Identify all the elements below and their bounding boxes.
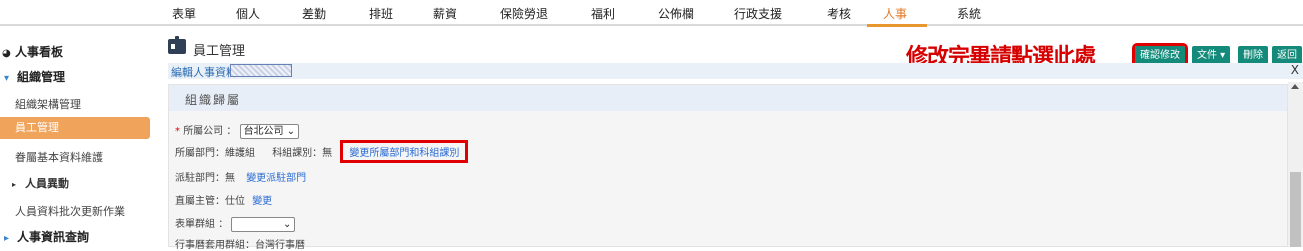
nav-item-forms[interactable]: 表單 [172,5,196,22]
sidebar-item-personnel-changes[interactable]: ▸ 人員異動 [12,175,162,191]
company-select[interactable]: 台北公司 ⌄ [239,123,300,139]
company-row: * 所屬公司 ： 台北公司 ⌄ [175,122,300,139]
nav-item-admin-support[interactable]: 行政支援 [734,5,782,22]
main-content: 員工管理 修改完畢請點選此處 確認修改 文件 ▾ 刪除 返回 編輯人事資料: X… [160,28,1303,251]
scroll-up-arrow-icon[interactable] [1291,84,1299,89]
caret-right-icon: ▸ [12,180,17,189]
sidebar-item-org-management[interactable]: ▾ 組織管理 [4,68,154,85]
calendar-group-label: 行事曆套用群組：台灣行事曆 [175,240,305,251]
sidebar-item-dependents[interactable]: 眷屬基本資料維護 [15,149,165,165]
nav-item-bulletin[interactable]: 公佈欄 [658,5,694,22]
id-card-icon [168,36,186,54]
nav-item-hr[interactable]: 人事 [883,5,907,22]
close-icon[interactable]: X [1291,63,1299,77]
sidebar-item-hr-query[interactable]: ▸ 人事資訊查詢 [4,228,154,245]
sidebar-item-hr-dashboard[interactable]: ◕ 人事看板 [2,43,152,60]
form-group-select[interactable]: ⌄ [231,216,296,232]
nav-item-salary[interactable]: 薪資 [433,5,457,22]
pie-chart-icon: ◕ [2,48,11,59]
panel-header: 組織歸屬 [169,85,1287,111]
sidebar: ◕ 人事看板 ▾ 組織管理 組織架構管理 員工管理 眷屬基本資料維護 ▸ 人員異動 人… [0,28,152,247]
scrollbar-thumb[interactable] [1290,172,1301,247]
panel-title: 組織歸屬 [185,93,242,107]
form-group-row: 表單群組 ： ⌄ [175,215,296,232]
caret-down-icon: ▾ [4,73,10,84]
vertical-scrollbar[interactable] [1288,82,1303,247]
department-row: 所屬部門：維護組 科組課別：無 變更所屬部門和科組課別 [175,140,469,163]
change-dispatch-link[interactable]: 變更派駐部門 [246,173,306,184]
employee-name-field[interactable] [230,64,292,77]
chevron-down-icon: ⌄ [286,125,296,137]
section-label: 科組課別：無 [272,148,333,159]
edit-record-bar: 編輯人事資料: X [168,63,1303,79]
page-header: 員工管理 修改完畢請點選此處 確認修改 文件 ▾ 刪除 返回 [160,36,1303,70]
supervisor-label: 直屬主管：仕位 [175,196,245,207]
required-marker: * [175,126,180,137]
nav-item-personal[interactable]: 個人 [236,5,260,22]
dispatch-row: 派駐部門：無 變更派駐部門 [175,169,306,184]
form-group-label: 表單群組 [175,219,215,230]
change-supervisor-link[interactable]: 變更 [252,196,272,207]
nav-item-welfare[interactable]: 福利 [591,5,615,22]
company-label: 所屬公司 [183,126,224,137]
nav-item-insurance[interactable]: 保險勞退 [500,5,548,22]
sidebar-item-batch-update[interactable]: 人員資料批次更新作業 [15,203,165,219]
change-department-link[interactable]: 變更所屬部門和科組課別 [340,140,469,163]
active-tab-indicator [867,24,927,27]
sidebar-item-employee-management[interactable]: 員工管理 [0,117,150,139]
page-title: 員工管理 [193,44,246,59]
department-label: 所屬部門：維護組 [175,148,255,159]
supervisor-row: 直屬主管：仕位 變更 [175,192,272,207]
nav-item-scheduling[interactable]: 排班 [369,5,393,22]
org-affiliation-panel: 組織歸屬 * 所屬公司 ： 台北公司 ⌄ 所屬部門：維護組 科組課別：無 變更所… [168,84,1288,251]
nav-item-system[interactable]: 系統 [957,5,981,22]
caret-right-icon: ▸ [4,233,10,244]
top-navigation: 表單 個人 差勤 排班 薪資 保險勞退 福利 公佈欄 行政支援 考核 人事 系統 [0,0,1303,27]
nav-item-attendance[interactable]: 差勤 [302,5,326,22]
chevron-down-icon: ⌄ [282,218,292,230]
sidebar-item-org-structure[interactable]: 組織架構管理 [15,96,165,112]
calendar-group-row: 行事曆套用群組：台灣行事曆 [175,236,305,251]
dispatch-label: 派駐部門：無 [175,173,235,184]
nav-item-appraisal[interactable]: 考核 [827,5,851,22]
